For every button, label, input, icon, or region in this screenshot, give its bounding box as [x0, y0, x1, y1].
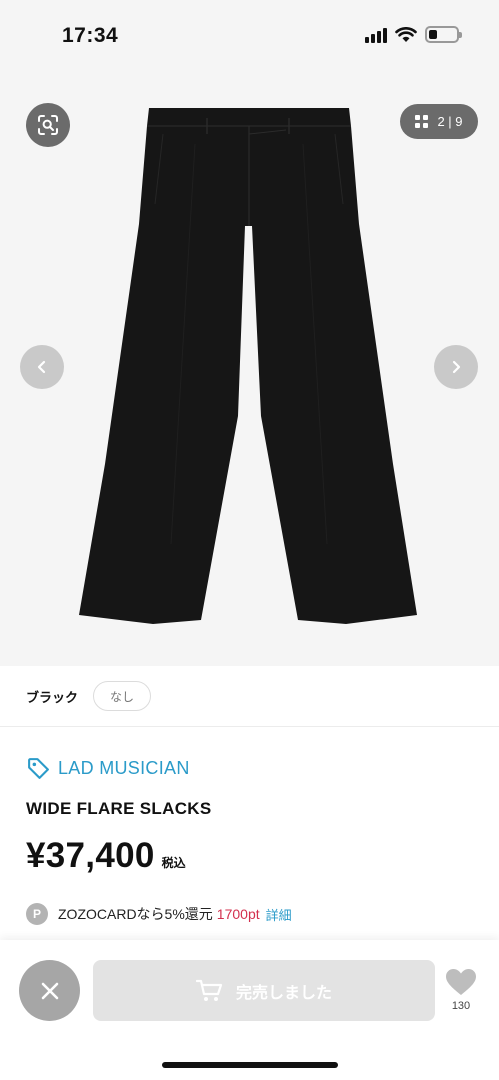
tax-label: 税込: [161, 856, 186, 870]
points-row: P ZOZOCARDなら5%還元 1700pt 詳細: [26, 903, 292, 925]
color-name: ブラック: [26, 689, 79, 705]
status-bar: 17:34: [0, 0, 499, 70]
grid-icon: [415, 115, 429, 128]
previous-image-button[interactable]: [20, 345, 64, 389]
add-to-cart-button[interactable]: 完売しました: [93, 960, 435, 1021]
battery-icon: [425, 26, 462, 43]
next-image-button[interactable]: [434, 345, 478, 389]
tag-icon: [28, 758, 49, 779]
image-counter-button[interactable]: 2 | 9: [400, 104, 478, 139]
size-chip[interactable]: なし: [93, 681, 152, 711]
price-row: ¥37,400 税込: [26, 836, 186, 876]
chevron-right-icon: [452, 360, 461, 374]
visual-search-button[interactable]: [26, 103, 70, 147]
points-icon: P: [26, 903, 48, 925]
brand-name: LAD MUSICIAN: [58, 758, 190, 778]
points-text: ZOZOCARDなら5%還元: [58, 906, 213, 922]
status-icons: [365, 26, 462, 43]
bottom-action-bar: 完売しました 130: [0, 940, 499, 1080]
product-image-gallery[interactable]: 2 | 9: [0, 70, 499, 666]
product-price: ¥37,400: [26, 836, 155, 875]
close-button[interactable]: [19, 960, 80, 1021]
home-indicator[interactable]: [162, 1062, 338, 1068]
heart-icon: [446, 969, 476, 995]
scan-search-icon: [38, 115, 58, 135]
close-icon: [41, 982, 58, 999]
product-name: WIDE FLARE SLACKS: [26, 799, 212, 818]
wifi-icon: [395, 26, 417, 42]
chevron-left-icon: [37, 360, 46, 374]
favorite-count: 130: [451, 1000, 471, 1012]
brand-link[interactable]: LAD MUSICIAN: [26, 756, 190, 781]
image-counter: 2 | 9: [437, 114, 463, 129]
cart-icon: [195, 979, 223, 1001]
cart-button-label: 完売しました: [235, 984, 332, 1002]
status-time: 17:34: [62, 24, 119, 47]
color-size-row: ブラック なし: [0, 666, 499, 727]
favorite-button[interactable]: 130: [442, 968, 480, 1012]
wide-slacks-image: [79, 108, 417, 624]
cellular-signal-icon: [365, 27, 387, 43]
points-value: 1700pt: [216, 906, 260, 922]
points-detail-link[interactable]: 詳細: [266, 905, 292, 924]
